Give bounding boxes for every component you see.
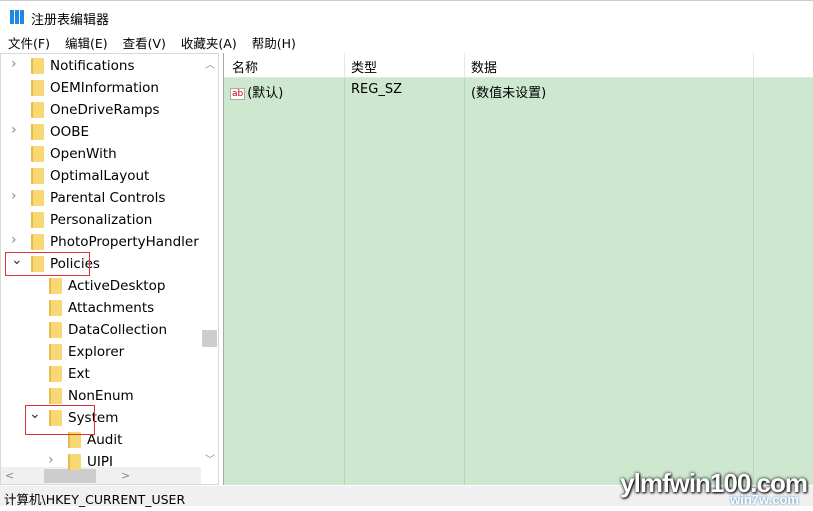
registry-icon [10, 10, 24, 24]
column-name[interactable]: 名称 [232, 57, 258, 76]
value-name: (默认) [247, 86, 284, 101]
folder-icon [31, 234, 44, 250]
string-value-icon: ab [230, 88, 246, 100]
tree-item[interactable]: Explorer [49, 341, 124, 363]
tree-item[interactable]: Parental Controls [31, 187, 165, 209]
folder-icon [31, 146, 44, 162]
chevron-right-icon[interactable]: › [11, 188, 17, 204]
tree-item[interactable]: PhotoPropertyHandler [31, 231, 199, 253]
scroll-down-icon[interactable]: ﹀ [205, 451, 215, 466]
menu-view[interactable]: 查看(V) [115, 32, 173, 52]
folder-icon [49, 278, 62, 294]
tree-item-label: DataCollection [68, 322, 168, 338]
tree-item[interactable]: OOBE [31, 121, 89, 143]
tree-item-label: NonEnum [68, 388, 134, 404]
folder-icon [68, 454, 81, 470]
tree-item[interactable]: Attachments [49, 297, 154, 319]
vertical-scrollbar[interactable]: ︿ ﹀ [201, 54, 218, 467]
window-title: 注册表编辑器 [31, 13, 110, 28]
scroll-thumb[interactable] [202, 330, 217, 347]
tree-item[interactable]: DataCollection [49, 319, 167, 341]
tree-item-label: Personalization [50, 212, 153, 228]
chevron-right-icon[interactable]: › [11, 232, 17, 248]
tree-item-label: OpenWith [50, 146, 117, 162]
menu-bar: 文件(F) 编辑(E) 查看(V) 收藏夹(A) 帮助(H) [0, 32, 813, 52]
folder-icon [31, 168, 44, 184]
value-type: REG_SZ [351, 82, 402, 97]
value-data: (数值未设置) [471, 86, 547, 101]
column-data[interactable]: 数据 [471, 57, 497, 76]
tree-item-label: ActiveDesktop [68, 278, 166, 294]
tree-item-label: Ext [68, 366, 90, 382]
value-list: 名称 类型 数据 ab (默认) REG_SZ (数值未设置) [223, 53, 813, 485]
tree-item[interactable]: Ext [49, 363, 90, 385]
scroll-right-icon[interactable]: > [121, 469, 130, 482]
tree-item-label: Attachments [68, 300, 155, 316]
folder-icon [49, 344, 62, 360]
folder-icon [31, 212, 44, 228]
tree-item-label: OEMInformation [50, 80, 159, 96]
tree-item-label: Explorer [68, 344, 125, 360]
watermark-sub: win7w.com [730, 492, 799, 507]
chevron-right-icon[interactable]: › [48, 452, 54, 468]
tree-item[interactable]: Personalization [31, 209, 152, 231]
folder-icon [31, 102, 44, 118]
folder-icon [31, 58, 44, 74]
menu-file[interactable]: 文件(F) [0, 32, 57, 52]
scroll-up-icon[interactable]: ︿ [205, 56, 215, 71]
folder-icon [49, 322, 62, 338]
list-header: 名称 类型 数据 [224, 53, 813, 78]
folder-icon [31, 80, 44, 96]
folder-icon [49, 388, 62, 404]
highlight-box-system [25, 405, 95, 435]
tree-item-label: Notifications [50, 58, 135, 74]
menu-favorites[interactable]: 收藏夹(A) [173, 32, 244, 52]
tree-item-label: OptimalLayout [50, 168, 150, 184]
highlight-box-policies [5, 252, 90, 276]
chevron-right-icon[interactable]: › [11, 122, 17, 138]
tree-item[interactable]: OneDriveRamps [31, 99, 160, 121]
tree-item-label: OOBE [50, 124, 90, 140]
tree-item[interactable]: OptimalLayout [31, 165, 149, 187]
menu-edit[interactable]: 编辑(E) [57, 32, 115, 52]
tree-item[interactable]: OpenWith [31, 143, 117, 165]
folder-icon [31, 190, 44, 206]
tree-item[interactable]: ActiveDesktop [49, 275, 165, 297]
tree-item-label: UIPI [87, 454, 113, 470]
scroll-left-icon[interactable]: < [5, 469, 14, 482]
folder-icon [31, 124, 44, 140]
tree-item[interactable]: Notifications [31, 55, 135, 77]
menu-help[interactable]: 帮助(H) [244, 32, 303, 52]
column-type[interactable]: 类型 [351, 57, 377, 76]
chevron-right-icon[interactable]: › [11, 56, 17, 72]
tree-item[interactable]: OEMInformation [31, 77, 159, 99]
tree-item[interactable]: NonEnum [49, 385, 134, 407]
tree-item[interactable]: UIPI [68, 451, 113, 473]
tree-item-label: OneDriveRamps [50, 102, 160, 118]
tree-item-label: PhotoPropertyHandler [50, 234, 199, 250]
folder-icon [49, 366, 62, 382]
title-bar: 注册表编辑器 [0, 0, 813, 32]
folder-icon [49, 300, 62, 316]
tree-item-label: Parental Controls [50, 190, 166, 206]
